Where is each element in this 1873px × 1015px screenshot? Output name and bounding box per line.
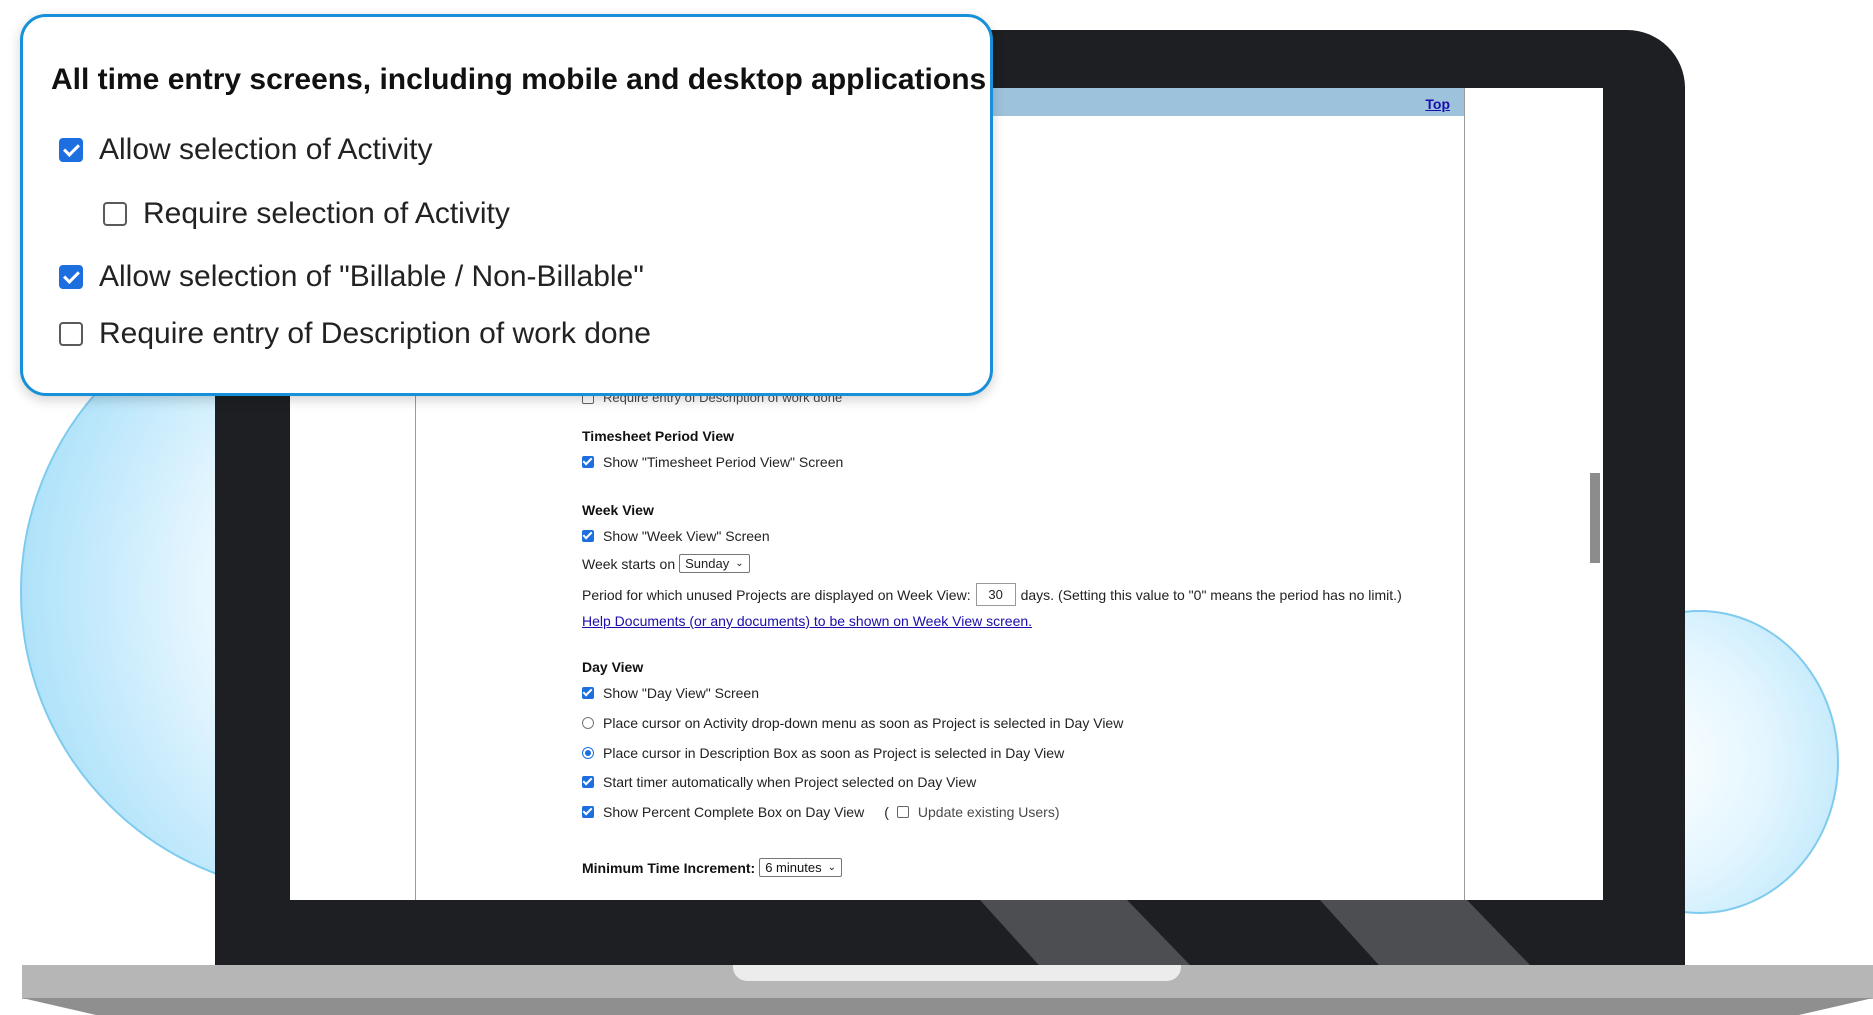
show-week-row[interactable]: Show "Week View" Screen	[582, 528, 770, 544]
cursor-activity-label: Place cursor on Activity drop-down menu …	[603, 715, 1124, 731]
min-increment-row: Minimum Time Increment: 6 minutes ⌄	[582, 858, 842, 877]
min-increment-value: 6 minutes	[765, 860, 822, 875]
cursor-description-radio[interactable]	[582, 747, 594, 759]
allow-activity-checkbox[interactable]	[59, 138, 83, 162]
period-label: Period for which unused Projects are dis…	[582, 586, 971, 603]
laptop-notch	[733, 965, 1181, 981]
day-view-heading: Day View	[582, 659, 644, 675]
timesheet-period-heading: Timesheet Period View	[582, 428, 734, 444]
require-activity-label: Require selection of Activity	[143, 197, 510, 230]
chevron-down-icon: ⌄	[827, 862, 836, 873]
auto-timer-checkbox[interactable]	[582, 776, 594, 788]
show-timesheet-checkbox[interactable]	[582, 456, 594, 468]
scrollbar-thumb[interactable]	[1590, 473, 1600, 563]
allow-billable-row[interactable]: Allow selection of "Billable / Non-Billa…	[59, 260, 644, 294]
require-description-label: Require entry of Description of work don…	[99, 317, 651, 350]
callout-title: All time entry screens, including mobile…	[51, 63, 987, 96]
week-starts-label: Week starts on	[582, 555, 676, 572]
cursor-description-row[interactable]: Place cursor in Description Box as soon …	[582, 745, 1064, 761]
paren-open: (	[884, 804, 889, 820]
allow-billable-checkbox[interactable]	[59, 265, 83, 289]
show-week-label: Show "Week View" Screen	[603, 528, 770, 544]
cursor-activity-radio[interactable]	[582, 717, 594, 729]
cursor-description-label: Place cursor in Description Box as soon …	[603, 745, 1065, 761]
show-timesheet-row[interactable]: Show "Timesheet Period View" Screen	[582, 454, 843, 470]
allow-activity-label: Allow selection of Activity	[99, 133, 433, 166]
top-link[interactable]: Top	[1425, 96, 1450, 112]
cursor-activity-row[interactable]: Place cursor on Activity drop-down menu …	[582, 715, 1123, 731]
require-description-checkbox[interactable]	[59, 322, 83, 346]
allow-billable-label: Allow selection of "Billable / Non-Billa…	[99, 260, 644, 293]
percent-complete-label: Show Percent Complete Box on Day View	[603, 804, 865, 820]
chevron-down-icon: ⌄	[735, 558, 744, 569]
period-suffix: days. (Setting this value to "0" means t…	[1020, 586, 1402, 603]
callout-zoom-panel: All time entry screens, including mobile…	[20, 14, 993, 396]
min-increment-label: Minimum Time Increment:	[582, 859, 756, 876]
percent-complete-checkbox[interactable]	[582, 806, 594, 818]
auto-timer-row[interactable]: Start timer automatically when Project s…	[582, 774, 976, 790]
percent-complete-row: Show Percent Complete Box on Day View ( …	[582, 804, 1060, 820]
update-users-label: Update existing Users)	[917, 804, 1060, 820]
help-documents-link[interactable]: Help Documents (or any documents) to be …	[582, 613, 1032, 629]
unused-projects-period-row: Period for which unused Projects are dis…	[582, 583, 1402, 606]
show-timesheet-label: Show "Timesheet Period View" Screen	[603, 454, 844, 470]
update-users-checkbox[interactable]	[896, 806, 909, 818]
show-day-checkbox[interactable]	[582, 687, 594, 699]
laptop-base-bottom	[22, 998, 1873, 1015]
require-activity-checkbox[interactable]	[103, 202, 127, 226]
help-documents-row: Help Documents (or any documents) to be …	[582, 613, 1032, 629]
show-day-label: Show "Day View" Screen	[603, 685, 759, 701]
week-starts-value: Sunday	[685, 556, 730, 571]
period-days-input[interactable]: 30	[975, 583, 1016, 606]
week-starts-select[interactable]: Sunday ⌄	[679, 554, 750, 573]
show-day-row[interactable]: Show "Day View" Screen	[582, 685, 759, 701]
show-week-checkbox[interactable]	[582, 530, 594, 542]
week-starts-row: Week starts on Sunday ⌄	[582, 554, 750, 573]
require-activity-row[interactable]: Require selection of Activity	[103, 197, 510, 231]
require-description-row[interactable]: Require entry of Description of work don…	[59, 317, 651, 351]
allow-activity-row[interactable]: Allow selection of Activity	[59, 133, 432, 167]
auto-timer-label: Start timer automatically when Project s…	[603, 774, 977, 790]
min-increment-select[interactable]: 6 minutes ⌄	[759, 858, 842, 877]
week-view-heading: Week View	[582, 502, 654, 518]
